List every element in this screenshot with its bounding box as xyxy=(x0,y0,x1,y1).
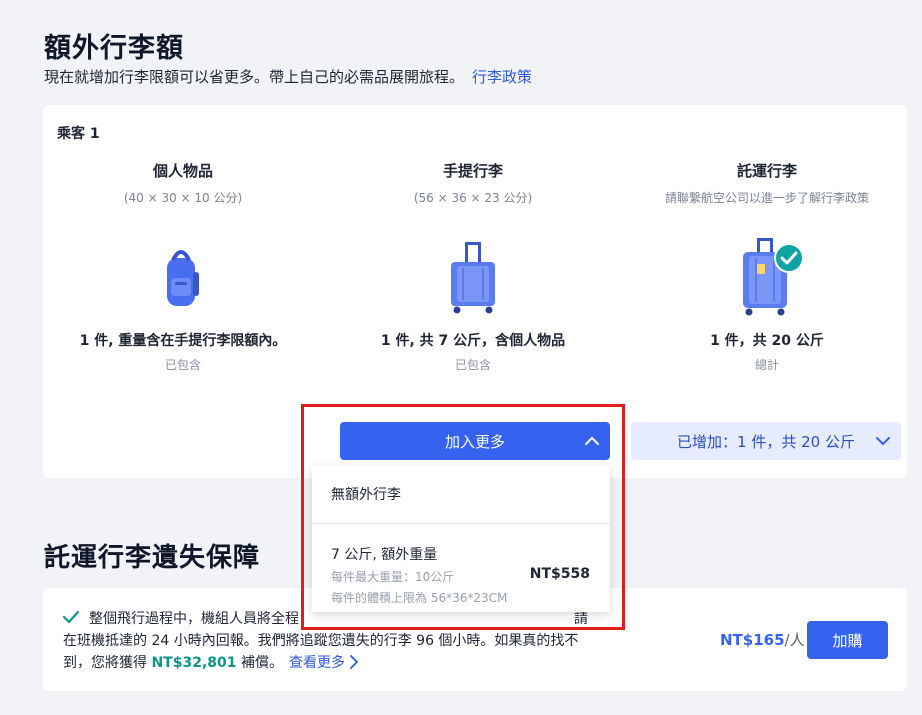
option-price: NT$558 xyxy=(529,566,590,582)
purchase-button[interactable]: 加購 xyxy=(807,621,888,659)
carry-on-column: 手提行李 (56 × 36 × 23 公分) 1 件, 共 7 公斤，含個人物品… xyxy=(333,160,613,373)
column-heading: 手提行李 xyxy=(442,162,503,180)
add-more-dropdown-menu: 無額外行李 7 公斤, 額外重量 每件最大重量：10公斤 每件的體積上限為 56… xyxy=(312,466,610,612)
column-note: 已包含 xyxy=(454,358,491,372)
column-description: 1 件, 重量含在手提行李限額內。 xyxy=(79,333,287,349)
insurance-line-3-post: 補償。 xyxy=(236,655,283,671)
backpack-icon xyxy=(153,238,213,318)
extra-weight-option[interactable]: 7 公斤, 額外重量 每件最大重量：10公斤 每件的體積上限為 56*36*23… xyxy=(312,524,610,606)
baggage-policy-link[interactable]: 行李政策 xyxy=(472,68,532,86)
option-max-size: 每件的體積上限為 56*36*23CM xyxy=(331,591,508,605)
add-more-label: 加入更多 xyxy=(444,432,505,451)
see-more-label: 查看更多 xyxy=(288,655,345,671)
check-icon xyxy=(63,610,79,624)
column-note: 總計 xyxy=(754,358,779,372)
added-baggage-dropdown[interactable]: 已增加：1 件，共 20 公斤 xyxy=(631,422,901,460)
insurance-line-2: 在班機抵達的 24 小時內回報。我們將追蹤您遺失的行李 96 個小時。如果真的找… xyxy=(63,633,579,649)
insurance-price-unit: /人 xyxy=(784,631,805,649)
add-more-button[interactable]: 加入更多 xyxy=(340,422,610,460)
page-subtitle: 現在就增加行李限額可以省更多。帶上自己的必需品展開旅程。 行李政策 xyxy=(44,66,532,87)
column-dimensions: (40 × 30 × 10 公分) xyxy=(123,191,243,205)
insurance-price-value: NT$165 xyxy=(720,631,785,649)
checked-suitcase-icon xyxy=(737,238,804,318)
personal-item-column: 個人物品 (40 × 30 × 10 公分) 1 件, 重量含在手提行李限額內。… xyxy=(43,160,323,373)
insurance-line-1-end: 請 xyxy=(574,611,588,627)
insurance-line-1: 整個飛行過程中，機組人員將全程 xyxy=(89,611,299,627)
compensation-amount: NT$32,801 xyxy=(151,655,237,671)
column-description: 1 件, 共 7 公斤，含個人物品 xyxy=(380,333,566,349)
insurance-price: NT$165/人 xyxy=(720,629,805,650)
added-baggage-label: 已增加：1 件，共 20 公斤 xyxy=(677,432,855,451)
insurance-line-3-pre: 到，您將獲得 xyxy=(63,655,152,671)
no-extra-baggage-option[interactable]: 無額外行李 xyxy=(312,466,610,524)
option-title: 7 公斤, 額外重量 xyxy=(331,547,438,563)
insurance-title: 託運行李遺失保障 xyxy=(44,543,261,573)
column-note: 已包含 xyxy=(164,358,201,372)
passenger-label: 乘客 1 xyxy=(57,126,100,142)
carry-on-suitcase-icon xyxy=(443,238,503,318)
insurance-description: 整個飛行過程中，機組人員將全程 請 在班機抵達的 24 小時內回報。我們將追蹤您遺… xyxy=(63,608,641,674)
column-dimensions: 請聯繫航空公司以進一步了解行李政策 xyxy=(664,191,869,205)
column-heading: 託運行李 xyxy=(736,162,797,180)
checked-bag-column: 託運行李 請聯繫航空公司以進一步了解行李政策 1 件，共 20 公斤 總計 xyxy=(627,160,907,373)
chevron-up-icon xyxy=(585,436,599,445)
page-title: 額外行李額 xyxy=(44,33,184,64)
see-more-link[interactable]: 查看更多 xyxy=(289,655,359,671)
chevron-right-icon xyxy=(350,655,359,669)
chevron-down-icon xyxy=(876,437,890,446)
column-description: 1 件，共 20 公斤 xyxy=(710,333,824,349)
column-dimensions: (56 × 36 × 23 公分) xyxy=(413,191,533,205)
column-heading: 個人物品 xyxy=(152,162,213,180)
subtitle-text: 現在就增加行李限額可以省更多。帶上自己的必需品展開旅程。 xyxy=(44,68,465,86)
